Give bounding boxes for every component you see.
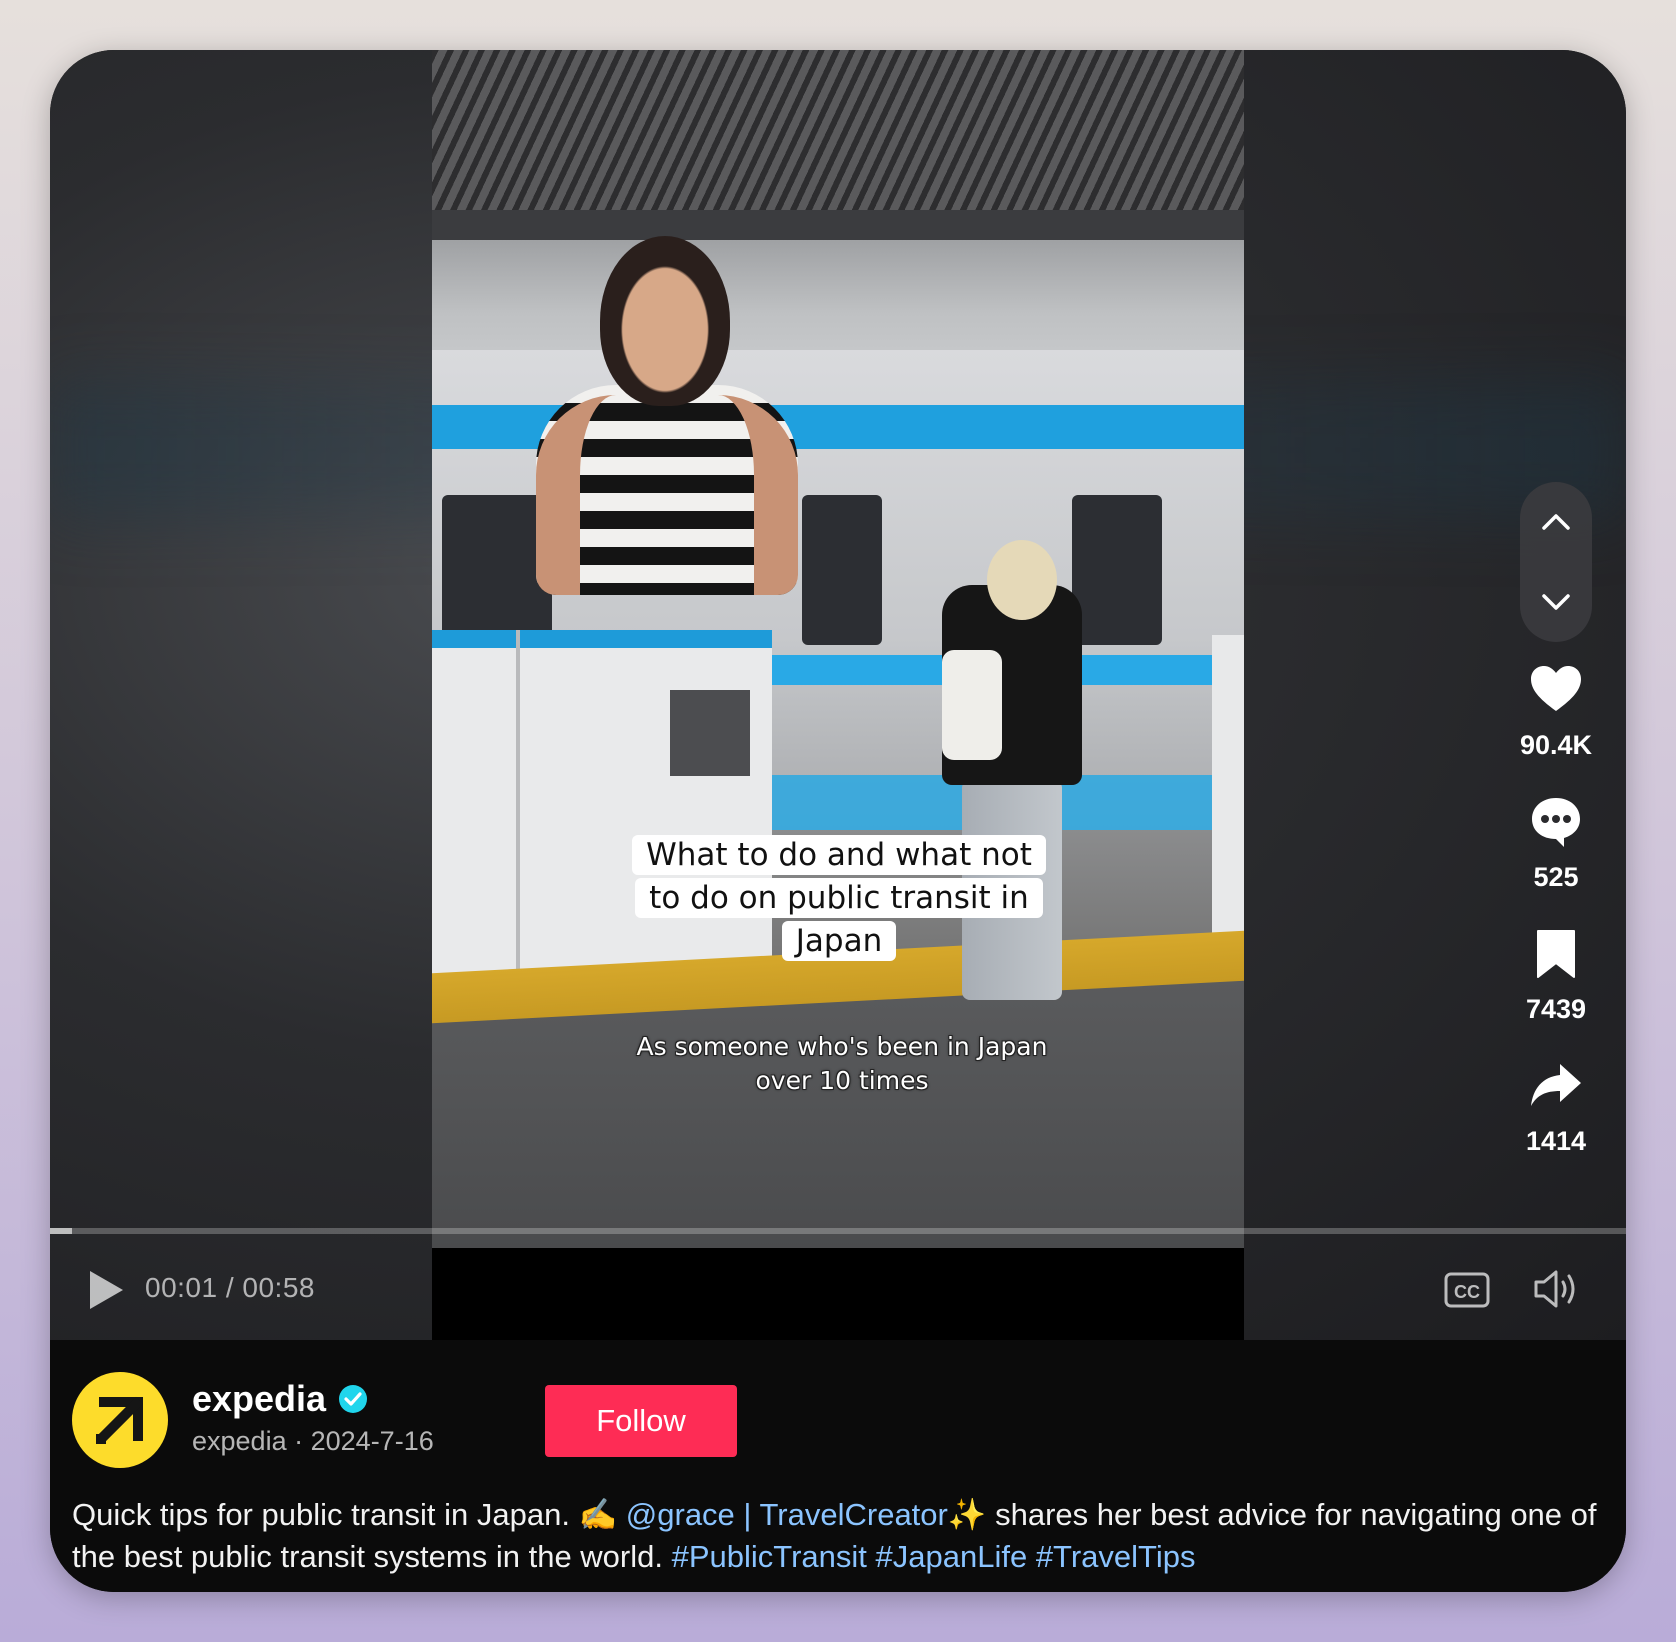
post-date: 2024-7-16	[310, 1426, 434, 1456]
previous-video-button[interactable]	[1520, 482, 1592, 562]
bookmark-icon[interactable]	[1528, 926, 1584, 982]
follow-button[interactable]: Follow	[545, 1385, 737, 1457]
video-title-text: What to do and what not to do on public …	[632, 835, 1046, 961]
next-video-button[interactable]	[1520, 562, 1592, 642]
chevron-down-icon	[1542, 594, 1570, 610]
expedia-logo-icon	[96, 1396, 144, 1444]
video-title-overlay: What to do and what not to do on public …	[624, 834, 1054, 963]
author-avatar[interactable]	[72, 1372, 168, 1468]
share-icon[interactable]	[1528, 1058, 1584, 1114]
share-count: 1414	[1525, 1126, 1587, 1156]
scene-passenger-bag	[942, 650, 1002, 760]
video-card: What to do and what not to do on public …	[50, 50, 1626, 1592]
mention-link[interactable]: @grace	[626, 1497, 735, 1532]
description-text: Quick tips for public transit in Japan. …	[72, 1497, 626, 1532]
share-action: 1414	[1500, 1058, 1612, 1157]
time-display: 00:01 / 00:58	[145, 1272, 315, 1303]
volume-icon[interactable]	[1532, 1266, 1580, 1312]
author-username[interactable]: expedia	[192, 1378, 326, 1420]
verified-badge-icon	[339, 1385, 367, 1413]
comment-action: 525	[1500, 794, 1612, 893]
comment-count: 525	[1533, 862, 1579, 892]
video-description: Quick tips for public transit in Japan. …	[72, 1494, 1602, 1578]
hashtag-link[interactable]: #JapanLife	[876, 1539, 1028, 1574]
video-player[interactable]: What to do and what not to do on public …	[50, 50, 1626, 1340]
author-subline: expedia · 2024-7-16	[192, 1426, 434, 1457]
scene-presenter-arms	[536, 395, 798, 595]
progress-fill	[50, 1228, 73, 1234]
heart-icon[interactable]	[1528, 662, 1584, 718]
comment-icon[interactable]	[1528, 794, 1584, 850]
scene-train-window	[1072, 495, 1162, 645]
like-count: 90.4K	[1519, 730, 1593, 760]
video-navigation	[1520, 482, 1592, 642]
hashtag-link[interactable]: #TravelTips	[1036, 1539, 1196, 1574]
scene-presenter-head	[600, 236, 730, 406]
scene-door-seam	[516, 630, 520, 980]
save-count: 7439	[1525, 994, 1587, 1024]
subline-separator: ·	[294, 1426, 304, 1456]
save-action: 7439	[1500, 926, 1612, 1025]
chevron-up-icon	[1542, 514, 1570, 530]
scene-platform	[432, 980, 1244, 1248]
svg-text:CC: CC	[1454, 1282, 1480, 1302]
author-handle: expedia	[192, 1426, 287, 1456]
video-scene: What to do and what not to do on public …	[432, 50, 1244, 1248]
play-icon[interactable]	[86, 1268, 126, 1312]
closed-captions-icon[interactable]: CC	[1444, 1272, 1490, 1308]
video-subcaption: As someone who's been in Japan over 10 t…	[636, 1032, 1048, 1095]
progress-bar[interactable]	[50, 1228, 1626, 1234]
scene-beam	[432, 210, 1244, 240]
description-separator: |	[734, 1497, 760, 1532]
scene-platform-door-right	[1212, 635, 1244, 945]
video-info: expedia expedia · 2024-7-16 Follow Quick…	[50, 1340, 1626, 1592]
scene-train-window	[802, 495, 882, 645]
scene-ceiling	[432, 50, 1244, 220]
creator-tag-link[interactable]: TravelCreator✨	[760, 1497, 987, 1532]
like-action: 90.4K	[1500, 662, 1612, 761]
hashtag-link[interactable]: #PublicTransit	[672, 1539, 867, 1574]
scene-sign	[670, 690, 750, 776]
video-frame[interactable]: What to do and what not to do on public …	[432, 50, 1244, 1340]
scene-passenger-head	[987, 540, 1057, 620]
